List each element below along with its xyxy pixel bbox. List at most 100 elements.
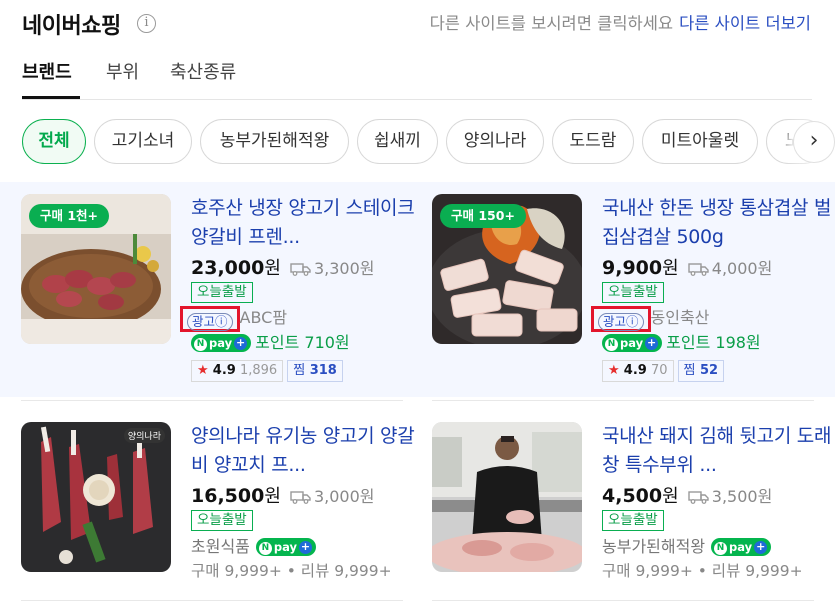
zzim-count: 52 [700,363,719,378]
product-info: 국내산 돼지 김해 뒷고기 도래창 특수부위 ... 4,500원 3,500원… [602,422,834,583]
truck-icon [688,491,709,504]
product-name-link[interactable]: 국내산 돼지 김해 뒷고기 도래창 특수부위 ... [602,422,834,480]
product-info: 국내산 한돈 냉장 통삼겹살 벌집삼겹살 500g 9,900원 4,000원 … [591,194,834,384]
product-thumbnail[interactable]: 양의나라 [21,422,171,572]
brand-chips: 전체 고기소녀 농부가된해적왕 쉽새끼 양의나라 도드람 미트아울렛 노 [22,119,832,165]
npay-icon: Npay + [255,538,317,556]
other-site-area: 다른 사이트를 보시려면 클릭하세요 다른 사이트 더보기 [430,10,811,34]
info-icon[interactable]: i [137,14,156,33]
product-price: 23,000 [191,257,265,279]
rating-value: 4.9 [623,363,647,378]
npay-icon: Npay + [602,334,663,352]
product-card[interactable]: 양의나라 양의나라 유기농 양고기 양갈비 양꼬치 프... 16,500원 3… [21,422,421,604]
price-unit: 원 [662,486,679,507]
price-row: 16,500원 3,000원 [191,482,423,508]
header: 네이버쇼핑 i 다른 사이트를 보시려면 클릭하세요 다른 사이트 더보기 [22,6,835,39]
page-title: 네이버쇼핑 [22,14,121,39]
product-card[interactable]: 구매 150+ 국내산 한돈 냉장 통삼겹살 벌집삼겹살 500g 9,900원… [432,194,832,394]
product-card[interactable]: 국내산 돼지 김해 뒷고기 도래창 특수부위 ... 4,500원 3,500원… [432,422,832,604]
truck-icon [688,263,709,276]
chip-brand[interactable]: 미트아울렛 [642,119,758,164]
chip-brand[interactable]: 도드람 [552,119,634,164]
truck-icon [290,491,311,504]
product-price: 16,500 [191,485,265,507]
other-site-hint: 다른 사이트를 보시려면 클릭하세요 [429,14,674,33]
shipping-fee: 3,500원 [711,487,773,506]
product-thumbnail[interactable]: 구매 1천+ [21,194,171,344]
ad-label[interactable]: 광고ⓘ [598,312,644,331]
purchase-count-badge: 구매 1천+ [29,204,110,228]
product-name-link[interactable]: 양의나라 유기농 양고기 양갈비 양꼬치 프... [191,422,423,480]
product-info: 호주산 냉장 양고기 스테이크 양갈비 프렌... 23,000원 3,300원… [180,194,423,384]
price-unit: 원 [264,258,281,279]
purchase-review-stats: 구매 9,999+ • 리뷰 9,999+ [191,562,392,580]
product-thumbnail[interactable] [432,422,582,572]
other-site-link[interactable]: 다른 사이트 더보기 [679,14,811,33]
seller-name[interactable]: 동인축산 [651,308,710,327]
shipping-fee: 3,300원 [313,259,375,278]
tab-brand[interactable]: 브랜드 [22,58,72,84]
seller-name[interactable]: ABC팜 [240,308,288,327]
row-divider [21,400,403,401]
today-shipping-badge: 오늘출발 [602,282,664,303]
chevron-right-icon[interactable]: › [793,121,835,163]
chip-all[interactable]: 전체 [22,119,86,164]
zzim-box[interactable]: 찜 318 [287,360,343,382]
product-price: 9,900 [602,257,663,279]
row-divider [432,400,814,401]
seller-row: 농부가된해적왕 Npay + [602,533,834,559]
price-row: 4,500원 3,500원 [602,482,834,508]
price-row: 23,000원 3,300원 [191,254,423,280]
tab-part[interactable]: 부위 [106,58,139,84]
shipping-fee: 4,000원 [711,259,773,278]
review-count: 70 [650,363,668,378]
star-icon: ★ [608,363,620,378]
chip-brand[interactable]: 양의나라 [446,119,544,164]
npay-row: Npay + 포인트 710원 [191,329,423,355]
chip-brand[interactable]: 고기소녀 [94,119,192,164]
product-card[interactable]: 구매 1천+ 호주산 냉장 양고기 스테이크 양갈비 프렌... 23,000원… [21,194,421,394]
today-shipping-badge: 오늘출발 [602,510,664,531]
price-unit: 원 [264,486,281,507]
rating-row: ★ 4.9 70 찜 52 [602,360,834,384]
rating-box[interactable]: ★ 4.9 70 [602,360,674,382]
ad-label[interactable]: 광고ⓘ [187,312,233,331]
truck-icon [290,263,311,276]
product-name-link[interactable]: 국내산 한돈 냉장 통삼겹살 벌집삼겹살 500g [602,194,834,252]
zzim-box[interactable]: 찜 52 [677,360,725,382]
npay-row: Npay + 포인트 198원 [602,329,834,355]
filter-tabs: 브랜드 부위 축산종류 [22,52,812,100]
row-divider [21,600,403,601]
seller-name[interactable]: 농부가된해적왕 [602,537,705,556]
purchase-count-badge: 구매 150+ [440,204,526,228]
seller-row: 광고ⓘ 동인축산 [591,304,834,332]
row-divider [432,600,814,601]
active-tab-underline [22,96,80,99]
purchase-review-stats: 구매 9,999+ • 리뷰 9,999+ [602,562,803,580]
price-unit: 원 [662,258,679,279]
npay-icon: Npay + [191,334,252,352]
chip-brand[interactable]: 농부가된해적왕 [200,119,349,164]
rating-value: 4.9 [212,363,236,378]
price-row: 9,900원 4,000원 [602,254,834,280]
ad-highlight-box: 광고ⓘ [591,305,651,332]
zzim-count: 318 [309,363,337,378]
seller-row: 광고ⓘ ABC팜 [180,304,423,332]
star-icon: ★ [197,363,209,378]
rating-row: ★ 4.9 1,896 찜 318 [191,360,423,384]
npay-point: 포인트 198원 [666,333,761,352]
npay-icon: Npay + [711,538,772,556]
tab-livestock-type[interactable]: 축산종류 [170,58,236,84]
today-shipping-badge: 오늘출발 [191,282,253,303]
thumb-brand-logo: 양의나라 [123,428,165,443]
product-thumbnail[interactable]: 구매 150+ [432,194,582,344]
ad-highlight-box: 광고ⓘ [180,305,240,332]
product-name-link[interactable]: 호주산 냉장 양고기 스테이크 양갈비 프렌... [191,194,423,252]
chip-brand[interactable]: 쉽새끼 [357,119,438,164]
seller-name[interactable]: 초원식품 [191,537,250,556]
shipping-fee: 3,000원 [313,487,375,506]
npay-point: 포인트 710원 [255,333,350,352]
rating-box[interactable]: ★ 4.9 1,896 [191,360,284,382]
product-info: 양의나라 유기농 양고기 양갈비 양꼬치 프... 16,500원 3,000원… [191,422,423,583]
review-count: 1,896 [239,363,278,378]
